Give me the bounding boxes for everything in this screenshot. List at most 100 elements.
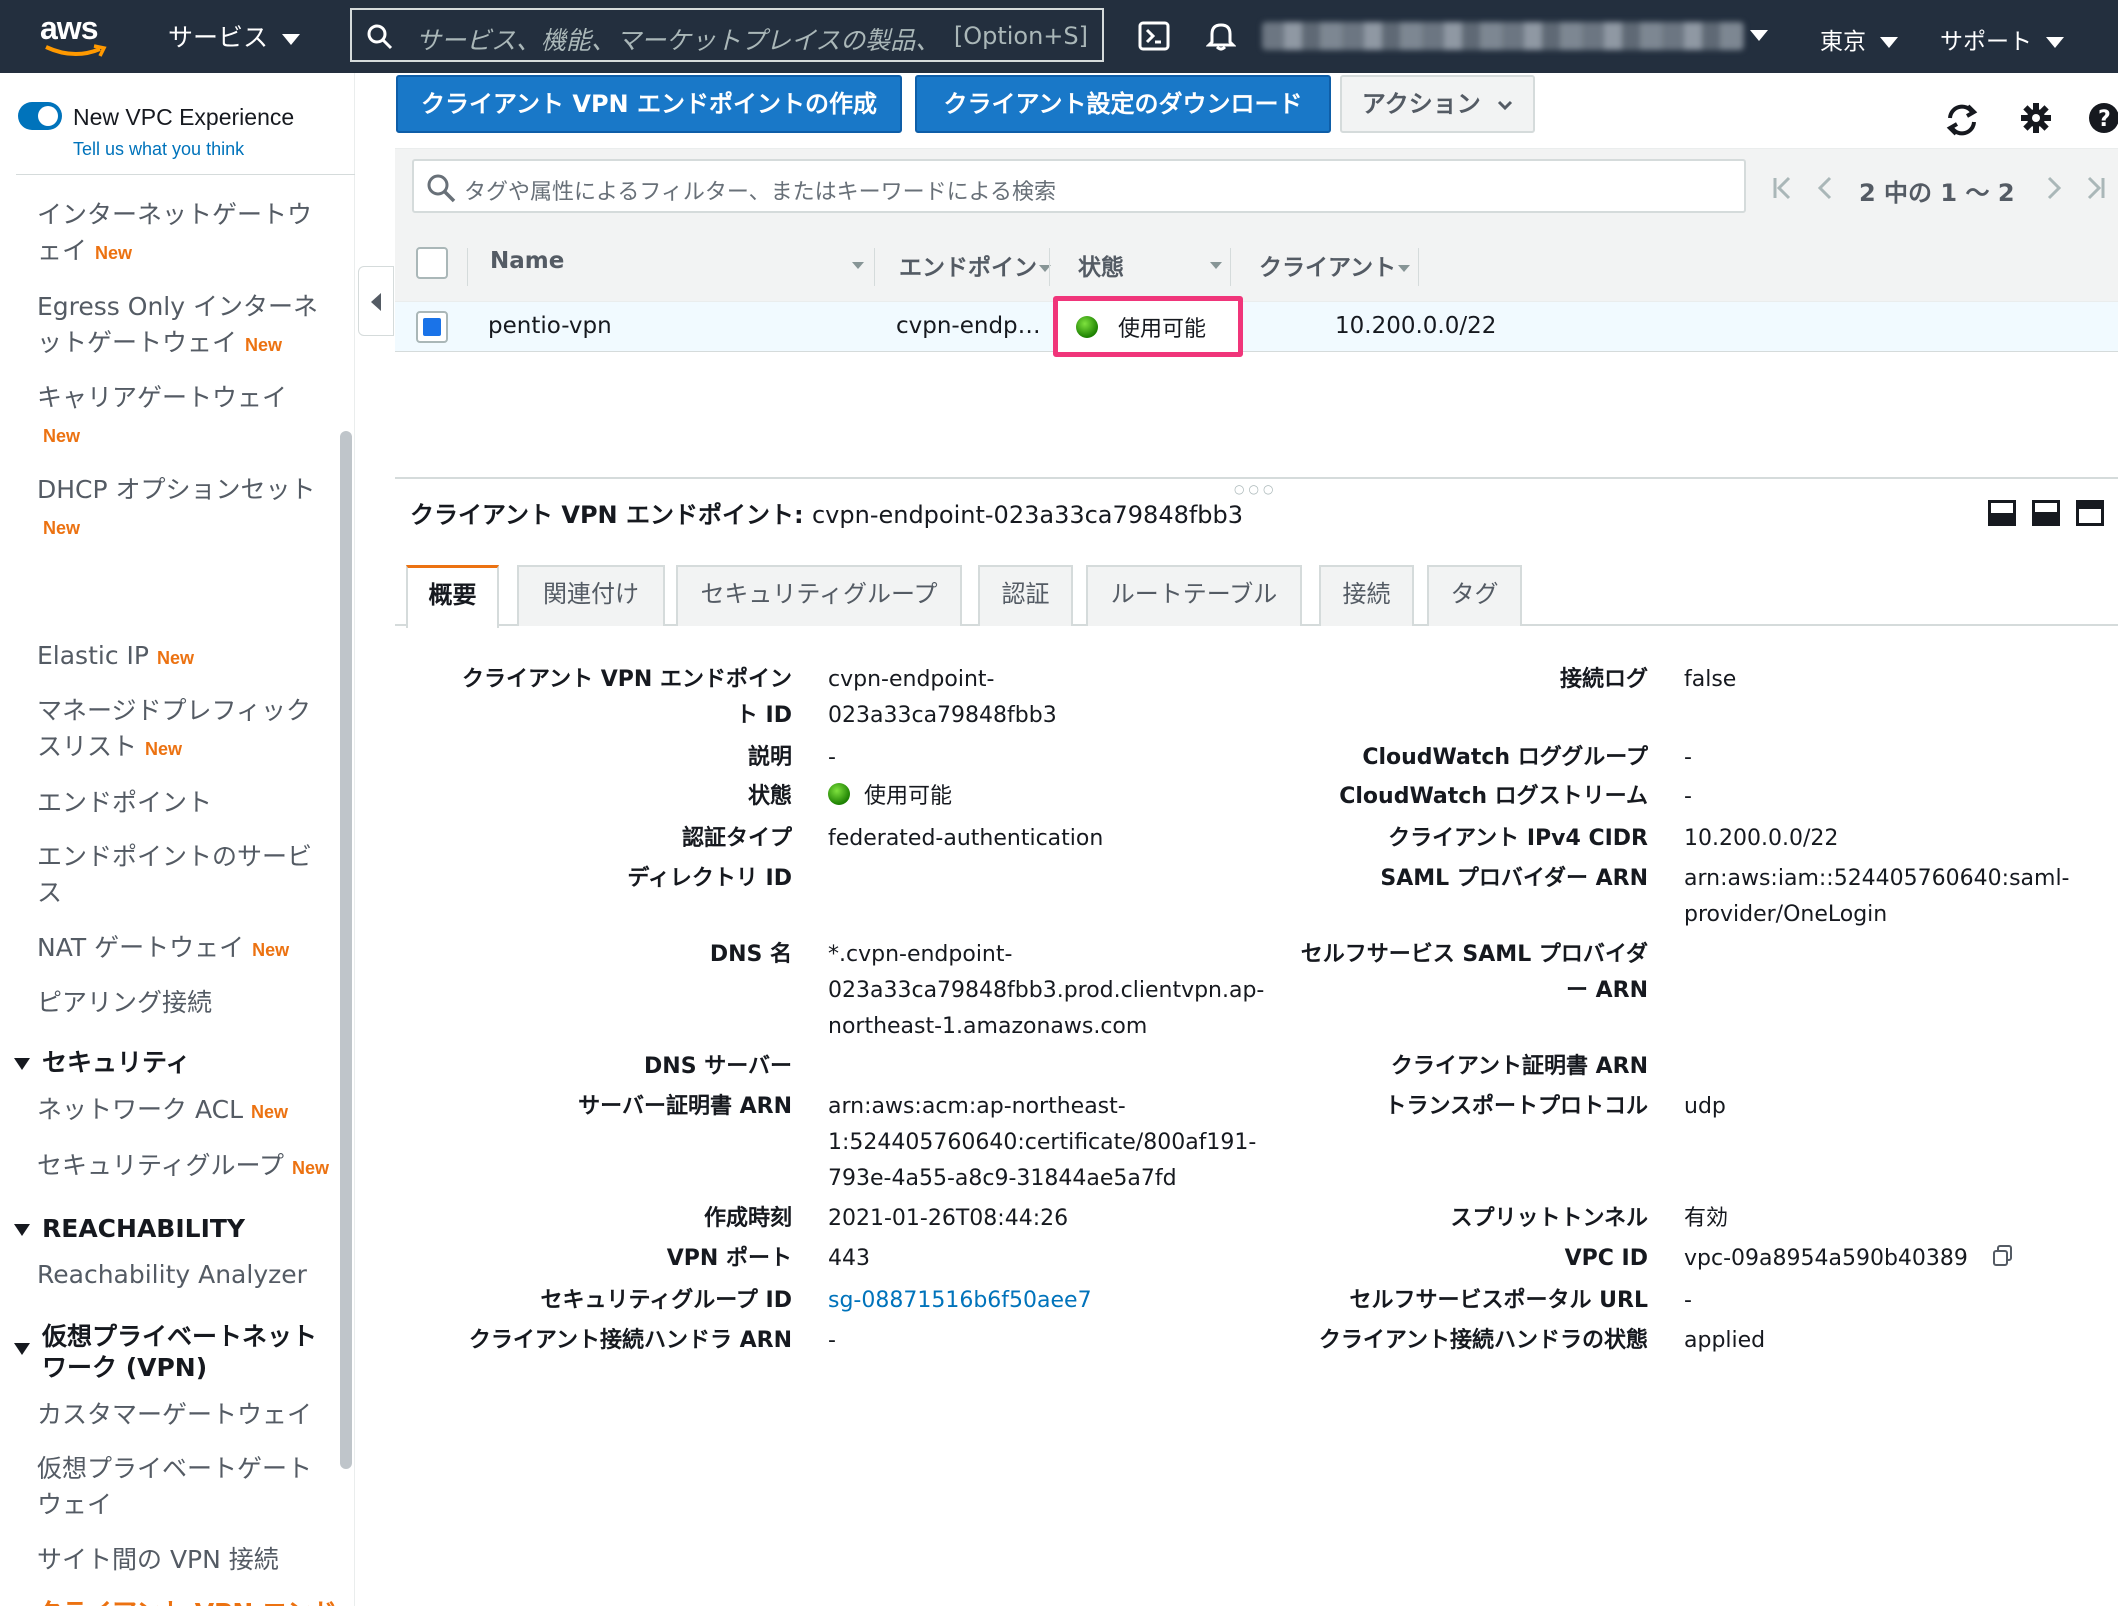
sidebar-item-customer-gateway[interactable]: カスタマーゲートウェイ	[37, 1397, 332, 1433]
download-config-button[interactable]: クライアント設定のダウンロード	[915, 75, 1331, 133]
select-all-checkbox[interactable]	[416, 247, 448, 279]
handler-arn-label: クライアント接続ハンドラ ARN	[468, 1328, 792, 1353]
column-header-endpoint[interactable]: エンドポイン	[899, 248, 1051, 282]
tab-associations[interactable]: 関連付け	[517, 565, 665, 626]
self-service-portal-label: セルフサービスポータル URL	[1349, 1288, 1648, 1313]
refresh-icon[interactable]	[1942, 100, 1982, 140]
last-page-icon[interactable]	[2083, 175, 2107, 201]
handler-arn-value: -	[828, 1328, 836, 1353]
sidebar-section-security[interactable]: セキュリティ	[14, 1047, 344, 1078]
global-search-input[interactable]: サービス、機能、マーケットプレイスの製品、 [Option+S]	[350, 8, 1104, 62]
server-cert-label: サーバー証明書 ARN	[578, 1094, 792, 1119]
sidebar-section-vpn[interactable]: 仮想プライベートネットワーク (VPN)	[14, 1321, 324, 1383]
column-header-state[interactable]: 状態	[1078, 248, 1124, 282]
aws-logo[interactable]: aws	[40, 10, 120, 62]
directory-id-label: ディレクトリ ID	[627, 866, 792, 891]
sidebar-item-network-acl[interactable]: ネットワーク ACL New	[37, 1092, 332, 1130]
state-label: 状態	[747, 784, 792, 809]
region-label: 東京	[1820, 29, 1866, 55]
filter-bar: タグや属性によるフィルター、またはキーワードによる検索 2 中の 1 〜 2	[395, 148, 2118, 232]
tab-route-table[interactable]: ルートテーブル	[1086, 565, 1302, 626]
tab-security-groups[interactable]: セキュリティグループ	[676, 565, 962, 626]
sidebar-item-reachability-analyzer[interactable]: Reachability Analyzer	[37, 1257, 332, 1293]
created-label: 作成時刻	[703, 1206, 792, 1231]
table-row[interactable]: pentio-vpn cvpn-endp… 10.200.0.0/22	[395, 302, 2118, 352]
region-menu[interactable]: 東京	[1820, 22, 1898, 56]
settings-gear-icon[interactable]	[2020, 102, 2052, 134]
section-label: 仮想プライベートネットワーク (VPN)	[42, 1322, 318, 1382]
panel-split-icon[interactable]	[2032, 500, 2060, 526]
sidebar-item-endpoints[interactable]: エンドポイント	[37, 785, 332, 821]
chevron-down-icon	[1880, 37, 1898, 48]
endpoint-id-value: cvpn-endpoint- 023a33ca79848fbb3	[828, 667, 1057, 728]
column-header-name[interactable]: Name	[490, 248, 564, 274]
detail-title-prefix: クライアント VPN エンドポイント:	[410, 501, 804, 529]
server-cert-value: arn:aws:acm:ap-northeast- 1:524405760640…	[828, 1094, 1257, 1191]
sidebar-scrollbar[interactable]	[340, 431, 352, 1469]
column-header-label: Name	[490, 248, 565, 274]
sidebar-item-carrier-gateway[interactable]: キャリアゲートウェイ New	[37, 380, 332, 454]
sidebar-collapse-button[interactable]	[358, 266, 394, 336]
dns-name-value: *.cvpn-endpoint- 023a33ca79848fbb3.prod.…	[828, 942, 1265, 1039]
sidebar-item-nat-gateway[interactable]: NAT ゲートウェイ New	[37, 930, 332, 968]
sidebar-item-endpoint-services[interactable]: エンドポイントのサービス	[37, 839, 332, 911]
sg-id-link[interactable]: sg-08871516b6f50aee7	[828, 1283, 1092, 1319]
actions-label: アクション	[1361, 90, 1481, 118]
next-page-icon[interactable]	[2044, 175, 2064, 201]
description-value: -	[828, 745, 836, 770]
help-icon[interactable]: ?	[2088, 102, 2118, 134]
row-checkbox[interactable]	[416, 311, 448, 343]
sg-id-value[interactable]: sg-08871516b6f50aee7	[828, 1288, 1092, 1313]
sidebar-item-internet-gateway[interactable]: インターネットゲートウェイ New	[37, 197, 332, 271]
section-label: セキュリティ	[42, 1048, 191, 1077]
sidebar-item-site-to-site-vpn[interactable]: サイト間の VPN 接続	[37, 1542, 332, 1578]
create-endpoint-button[interactable]: クライアント VPN エンドポイントの作成	[396, 75, 902, 133]
sidebar-item-label: セキュリティグループ	[37, 1151, 285, 1180]
sidebar-item-dhcp-options[interactable]: DHCP オプションセット New	[37, 472, 332, 546]
sidebar-divider	[16, 174, 355, 175]
column-header-client[interactable]: クライアント	[1259, 248, 1411, 282]
cloudshell-icon[interactable]	[1138, 21, 1170, 51]
new-badge: New	[43, 518, 81, 538]
sidebar-item-virtual-private-gateway[interactable]: 仮想プライベートゲートウェイ	[37, 1451, 332, 1523]
sidebar-item-client-vpn-endpoints[interactable]: クライアント VPN エンドポイント	[37, 1595, 337, 1606]
handler-state-label: クライアント接続ハンドラの状態	[1318, 1328, 1648, 1353]
services-menu[interactable]: サービス	[168, 18, 301, 54]
bell-icon[interactable]	[1206, 20, 1236, 52]
tab-tags[interactable]: タグ	[1427, 565, 1522, 626]
feedback-link[interactable]: Tell us what you think	[73, 139, 244, 160]
sort-caret-icon[interactable]	[852, 262, 864, 269]
sidebar-item-security-groups[interactable]: セキュリティグループ New	[37, 1148, 357, 1186]
support-menu[interactable]: サポート	[1940, 22, 2064, 56]
aws-logo-text: aws	[40, 10, 98, 46]
sidebar-item-peering[interactable]: ピアリング接続	[37, 985, 332, 1021]
sidebar-item-prefix-lists[interactable]: マネージドプレフィックスリスト New	[37, 693, 332, 767]
account-menu-blurred[interactable]	[1262, 22, 1744, 50]
tab-overview[interactable]: 概要	[406, 565, 499, 628]
sidebar-section-reachability[interactable]: REACHABILITY	[14, 1213, 344, 1244]
panel-maximize-bottom-icon[interactable]	[1988, 500, 2016, 526]
chevron-down-icon	[2046, 37, 2064, 48]
cw-log-group-value: -	[1684, 745, 1692, 770]
sort-caret-icon[interactable]	[1210, 262, 1222, 269]
self-service-portal-value: -	[1684, 1288, 1692, 1313]
sidebar-item-elastic-ip[interactable]: Elastic IP New	[37, 638, 332, 676]
actions-dropdown[interactable]: アクション	[1340, 75, 1535, 133]
tab-connections[interactable]: 接続	[1319, 565, 1414, 626]
sidebar-item-egress-only-igw[interactable]: Egress Only インターネットゲートウェイ New	[37, 289, 332, 363]
copy-icon[interactable]	[1991, 1244, 2015, 1268]
prev-page-icon[interactable]	[1815, 175, 1835, 201]
panel-maximize-top-icon[interactable]	[2076, 500, 2104, 526]
splitter-grip-icon[interactable]: ○○○	[1234, 482, 1277, 496]
search-icon	[367, 24, 393, 50]
support-label: サポート	[1940, 29, 2032, 55]
self-service-saml-label: セルフサービス SAML プロバイダ ー ARN	[1300, 942, 1648, 1003]
panel-splitter[interactable]	[395, 477, 2118, 479]
tab-authorization[interactable]: 認証	[978, 565, 1073, 626]
first-page-icon[interactable]	[1771, 175, 1795, 201]
filter-search-input[interactable]: タグや属性によるフィルター、またはキーワードによる検索	[412, 159, 1746, 213]
chevron-down-icon[interactable]	[1750, 30, 1768, 41]
new-vpc-experience-toggle[interactable]	[18, 102, 62, 130]
transport-label: トランスポートプロトコル	[1384, 1094, 1648, 1119]
sidebar-item-label: サイト間の VPN 接続	[37, 1545, 279, 1574]
